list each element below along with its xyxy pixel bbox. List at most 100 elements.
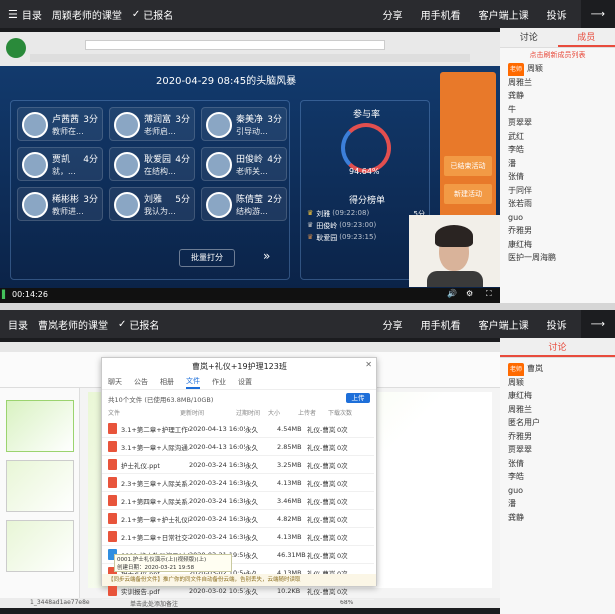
member-item[interactable]: 周颖: [500, 376, 615, 390]
leader-name: 田俊岭: [316, 222, 338, 230]
slide-thumbnail[interactable]: [6, 520, 74, 572]
column-header[interactable]: 上传者: [298, 408, 328, 420]
volume-icon[interactable]: 🔊: [447, 289, 457, 298]
avatar: [206, 152, 232, 178]
student-card[interactable]: 贾凯 4分 就，...: [17, 147, 103, 181]
tab-announcement[interactable]: 公告: [134, 374, 148, 389]
fullscreen-icon[interactable]: ⛶: [486, 289, 492, 299]
file-row[interactable]: 3.1+第一章+人际沟通... 2020-04-13 16:05 永久 2.85MB 礼…: [102, 438, 374, 456]
member-item[interactable]: 于同伴: [500, 184, 615, 198]
student-card[interactable]: 刘雅 5分 我认为...: [109, 187, 195, 221]
member-item[interactable]: 周雅兰: [500, 76, 615, 90]
student-card[interactable]: 陈倩莹 2分 结构游...: [201, 187, 287, 221]
directory-button[interactable]: 目录: [8, 317, 28, 332]
file-row[interactable]: 2.1+第二章+日常社交礼...2020-03-24 16:38永久 4.13MB…: [102, 528, 374, 546]
chevron-right-icon[interactable]: »: [263, 249, 270, 263]
student-card[interactable]: 秦美净 3分 引导动...: [201, 107, 287, 141]
member-item[interactable]: 匿名用户: [500, 416, 615, 430]
member-item[interactable]: 康红梅: [500, 389, 615, 403]
address-bar[interactable]: [85, 40, 385, 50]
member-item[interactable]: 张若雨: [500, 197, 615, 211]
client-class-button[interactable]: 客户端上课: [479, 7, 529, 22]
member-item[interactable]: 老师 曹岚: [500, 362, 615, 376]
batch-score-button[interactable]: 批量打分: [179, 249, 235, 267]
collapse-button[interactable]: ⟶: [580, 0, 615, 28]
tab-album[interactable]: 相册: [160, 374, 174, 389]
watch-on-phone-button[interactable]: 用手机看: [421, 317, 461, 332]
member-item[interactable]: 贾翠翠: [500, 116, 615, 130]
member-item[interactable]: 牛: [500, 103, 615, 117]
tab-settings[interactable]: 设置: [238, 374, 252, 389]
student-card[interactable]: 稀彬彬 3分 教师进...: [17, 187, 103, 221]
file-row[interactable]: 3.1+第二章+护理工作中...2020-04-13 16:05永久 4.54MB…: [102, 420, 374, 438]
member-item[interactable]: 周雅兰: [500, 403, 615, 417]
column-header[interactable]: 过期时间: [236, 408, 268, 420]
file-row[interactable]: 2.1+第一章+护士礼仪概...2020-03-24 16:38永久 4.82MB…: [102, 510, 374, 528]
complaint-button[interactable]: 投诉: [547, 7, 567, 22]
slide-thumbnail[interactable]: [6, 460, 74, 512]
top-chat-sidebar: 讨论 成员 点击刷新成员列表 老师 周颖 周雅兰 龚静 牛 贾翠翠 武红 李皓 潘…: [500, 28, 615, 303]
column-header[interactable]: 文件: [102, 408, 180, 420]
teacher-shirt: [427, 271, 483, 287]
student-name: 薄润富: [144, 115, 172, 125]
member-item[interactable]: 张倩: [500, 170, 615, 184]
student-card[interactable]: 耿爱园 4分 在结构...: [109, 147, 195, 181]
new-activity-button[interactable]: 新建活动: [444, 184, 492, 204]
member-item[interactable]: 潘: [500, 497, 615, 511]
settings-gear-icon[interactable]: ⚙: [466, 289, 473, 298]
student-card[interactable]: 田俊岭 4分 老师关...: [201, 147, 287, 181]
slide-thumbnail[interactable]: [6, 400, 74, 452]
file-row[interactable]: 护士礼仪.ppt 2020-03-24 16:38 永久 3.25MB 礼仪-曹岚 0次: [102, 456, 374, 474]
file-row[interactable]: 2.3+第三章+人际关系... 2020-03-24 16:38 永久 4.13MB 礼…: [102, 474, 374, 492]
upload-button[interactable]: 上传: [346, 393, 370, 403]
collapse-button[interactable]: ⟶: [580, 310, 615, 338]
member-item[interactable]: 龚静: [500, 511, 615, 525]
share-button[interactable]: 分享: [383, 317, 403, 332]
tab-files[interactable]: 文件: [186, 374, 200, 389]
member-item[interactable]: 潘: [500, 157, 615, 171]
ended-activity-button[interactable]: 已结束活动: [444, 156, 492, 176]
file-uploader: 礼仪-曹岚: [307, 515, 336, 524]
member-item[interactable]: 乔雅男: [500, 224, 615, 238]
close-icon[interactable]: ✕: [365, 360, 372, 369]
tab-discussion[interactable]: 讨论: [500, 338, 615, 357]
student-name: 田俊岭: [236, 155, 264, 165]
zoom-level[interactable]: 68%: [340, 599, 353, 606]
student-card[interactable]: 薄润富 3分 老师启...: [109, 107, 195, 141]
member-item[interactable]: guo: [500, 484, 615, 498]
leader-time: (09:23:00): [339, 221, 377, 229]
student-card[interactable]: 卢茜茜 3分 教师在...: [17, 107, 103, 141]
member-item[interactable]: 医护一周海鹏: [500, 251, 615, 265]
member-item[interactable]: 李皓: [500, 470, 615, 484]
refresh-members-link[interactable]: 点击刷新成员列表: [500, 48, 615, 62]
student-name: 卢茜茜: [52, 115, 80, 125]
chevron-down-icon[interactable]: ⌄: [276, 72, 284, 82]
column-header[interactable]: 下载次数: [328, 408, 368, 420]
column-header[interactable]: 大小: [268, 408, 298, 420]
member-item[interactable]: 贾翠翠: [500, 443, 615, 457]
member-item[interactable]: 龚静: [500, 89, 615, 103]
share-button[interactable]: 分享: [383, 7, 403, 22]
complaint-button[interactable]: 投诉: [547, 317, 567, 332]
file-row[interactable]: 2.1+第四章+人际关系.ppt2020-03-24 16:38永久 3.46MB…: [102, 492, 374, 510]
student-score: 4分: [267, 155, 282, 165]
column-header[interactable]: 更新时间: [180, 408, 236, 420]
member-item[interactable]: 乔雅男: [500, 430, 615, 444]
member-item[interactable]: 武红: [500, 130, 615, 144]
student-answer: 老师关...: [236, 167, 268, 176]
tab-discussion[interactable]: 讨论: [500, 28, 558, 47]
member-item[interactable]: 康红梅: [500, 238, 615, 252]
directory-button[interactable]: ☰ 目录: [8, 7, 42, 22]
member-item[interactable]: 张倩: [500, 457, 615, 471]
student-name: 贾凯: [52, 155, 71, 165]
client-class-button[interactable]: 客户端上课: [479, 317, 529, 332]
notes-placeholder[interactable]: 单击此处添加备注: [130, 599, 178, 608]
tab-homework[interactable]: 作业: [212, 374, 226, 389]
tab-members[interactable]: 成员: [557, 28, 615, 47]
member-item[interactable]: guo: [500, 211, 615, 225]
tab-chat[interactable]: 聊天: [108, 374, 122, 389]
watch-on-phone-button[interactable]: 用手机看: [421, 7, 461, 22]
member-item[interactable]: 李皓: [500, 143, 615, 157]
member-item[interactable]: 老师 周颖: [500, 62, 615, 76]
pdf-file-icon: [108, 585, 117, 596]
